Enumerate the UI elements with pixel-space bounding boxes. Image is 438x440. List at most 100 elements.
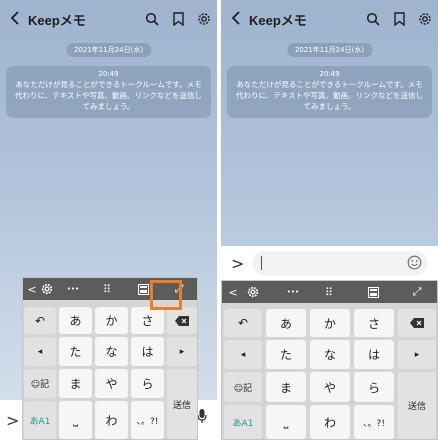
key-wa[interactable]: わ	[310, 405, 350, 439]
key-ka[interactable]: か	[95, 307, 128, 334]
message-line: 代わりに、テキストや写真、動画、リンクなどを送信し	[235, 91, 424, 100]
backspace-key[interactable]	[398, 309, 436, 337]
key-ha[interactable]: は	[354, 340, 394, 369]
keyboard-grid-button[interactable]: ⠿	[97, 278, 117, 300]
keyboard-settings-button[interactable]	[242, 281, 264, 303]
more-button[interactable]: •••	[282, 281, 304, 303]
expand-menu-button[interactable]: >	[6, 411, 19, 430]
cursor-right-key[interactable]: ▸	[167, 337, 197, 366]
keyboard-back-button[interactable]: <	[226, 281, 240, 303]
keyboard-settings-button[interactable]	[37, 278, 57, 300]
emoji-key[interactable]: ☺記	[224, 372, 262, 402]
chevron-left-icon	[10, 10, 19, 25]
keyboard-grid-button[interactable]: ⠿	[318, 281, 340, 303]
search-button[interactable]	[139, 12, 165, 26]
top-bar: Keepメモ	[0, 0, 217, 38]
gear-icon	[41, 283, 53, 295]
floating-keyboard-icon	[137, 283, 149, 295]
bookmark-icon	[172, 12, 184, 26]
system-message: 20:49 あなただけが見ることができるトークルームです。メモ 代わりに、テキス…	[6, 66, 211, 118]
chevron-left-icon	[231, 10, 240, 25]
message-input-row: >	[221, 246, 438, 280]
top-bar: Keepメモ	[221, 0, 438, 38]
key-ya[interactable]: や	[95, 369, 128, 398]
punctuation-key[interactable]: 、。?!	[131, 401, 164, 439]
more-button[interactable]: •••	[63, 278, 83, 300]
bookmark-button[interactable]	[165, 12, 191, 26]
undo-key[interactable]: ↶	[224, 309, 262, 337]
backspace-key[interactable]	[167, 307, 197, 334]
backspace-icon	[410, 318, 424, 328]
send-key[interactable]: 送信	[398, 372, 436, 439]
undo-key[interactable]: ↶	[24, 307, 56, 334]
docked-keyboard: < ••• ⠿ ⤢ ↶ あ か さ ◂ た な は ▸ ☺記 ま や ら 送信	[221, 280, 438, 440]
key-na[interactable]: な	[95, 337, 128, 366]
emoji-button[interactable]	[407, 255, 422, 274]
message-line: てみましょう。	[82, 102, 135, 111]
backspace-icon	[175, 315, 189, 326]
gear-icon	[198, 13, 210, 25]
space-key[interactable]: ⎵	[266, 405, 306, 439]
message-input[interactable]	[252, 251, 428, 275]
bookmark-icon	[393, 12, 405, 26]
floating-keyboard-icon	[367, 286, 379, 298]
punctuation-key[interactable]: 、。?!	[354, 405, 394, 439]
date-chip: 2021年11月24日(水)	[65, 43, 152, 57]
settings-button[interactable]	[191, 12, 217, 26]
page-title: Keepメモ	[28, 12, 86, 28]
settings-button[interactable]	[412, 12, 438, 26]
expand-menu-button[interactable]: >	[221, 254, 244, 273]
left-screen: Keepメモ 2021年11月24日(水) 20:49 あなただけが見ることがで…	[0, 0, 217, 440]
key-sa[interactable]: さ	[131, 307, 164, 334]
message-time: 20:49	[319, 70, 340, 78]
message-line: 代わりに、テキストや写真、動画、リンクなどを送信し	[14, 91, 203, 100]
microphone-icon	[197, 409, 207, 423]
cursor-left-key[interactable]: ◂	[224, 340, 262, 369]
message-line: あなただけが見ることができるトークルームです。メモ	[236, 80, 423, 89]
gear-icon	[247, 286, 259, 298]
space-key[interactable]: ⎵	[59, 401, 92, 439]
search-button[interactable]	[360, 12, 386, 26]
key-ma[interactable]: ま	[266, 372, 306, 402]
key-ma[interactable]: ま	[59, 369, 92, 398]
highlight-box	[150, 280, 182, 310]
text-caret	[261, 256, 262, 270]
cursor-right-key[interactable]: ▸	[398, 340, 436, 369]
gear-icon	[419, 13, 431, 25]
bookmark-button[interactable]	[386, 12, 412, 26]
right-screen: Keepメモ 2021年11月24日(水) 20:49 あなただけが見ることがで…	[221, 0, 438, 440]
key-ka[interactable]: か	[310, 309, 350, 337]
microphone-button[interactable]	[197, 408, 207, 428]
key-wa[interactable]: わ	[95, 401, 128, 439]
keyboard-mode-button[interactable]	[362, 281, 384, 303]
key-ta[interactable]: た	[59, 337, 92, 366]
key-a[interactable]: あ	[59, 307, 92, 334]
key-ha[interactable]: は	[131, 337, 164, 366]
fullscreen-button[interactable]: ⤢	[406, 281, 428, 303]
floating-keyboard: < ••• ⠿ ⤢ ↶ あ か さ ◂ た な は ▸ ☺記 ま や ら 送信	[22, 277, 198, 440]
back-button[interactable]	[221, 10, 243, 29]
message-line: あなただけが見ることができるトークルームです。メモ	[15, 80, 202, 89]
cursor-left-key[interactable]: ◂	[24, 337, 56, 366]
key-a[interactable]: あ	[266, 309, 306, 337]
key-ta[interactable]: た	[266, 340, 306, 369]
key-ya[interactable]: や	[310, 372, 350, 402]
input-mode-key[interactable]: あA1	[24, 401, 56, 439]
back-button[interactable]	[0, 10, 22, 29]
emoji-icon	[407, 255, 422, 270]
key-ra[interactable]: ら	[131, 369, 164, 398]
key-ra[interactable]: ら	[354, 372, 394, 402]
search-icon	[366, 12, 380, 26]
system-message: 20:49 あなただけが見ることができるトークルームです。メモ 代わりに、テキス…	[227, 66, 432, 118]
send-key[interactable]: 送信	[167, 369, 197, 439]
key-na[interactable]: な	[310, 340, 350, 369]
page-title: Keepメモ	[249, 12, 307, 28]
key-sa[interactable]: さ	[354, 309, 394, 337]
input-mode-key[interactable]: あA1	[224, 405, 262, 439]
keyboard-toolbar: < ••• ⠿ ⤢	[222, 281, 437, 303]
message-line: てみましょう。	[303, 102, 356, 111]
emoji-key[interactable]: ☺記	[24, 369, 56, 398]
message-time: 20:49	[98, 70, 119, 78]
search-icon	[145, 12, 159, 26]
date-chip: 2021年11月24日(水)	[286, 43, 373, 57]
